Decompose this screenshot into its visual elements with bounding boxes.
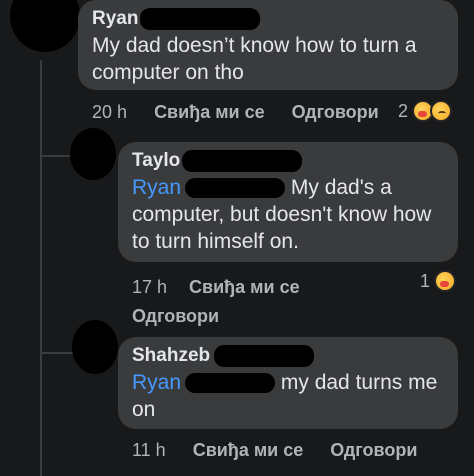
mention-link[interactable]: Ryan: [132, 176, 286, 199]
like-button[interactable]: Свиђа ми се: [193, 440, 304, 460]
mention-link[interactable]: Ryan: [132, 371, 276, 394]
comment-author[interactable]: Ryan: [92, 8, 261, 30]
redacted-name: [182, 150, 303, 172]
comment-author[interactable]: Shahzeb: [132, 345, 315, 367]
comment-actions: 11 h Свиђа ми се Одговори: [132, 440, 439, 461]
comment-text: Ryan My dad's a computer, but doesn't kn…: [132, 176, 432, 254]
like-button[interactable]: Свиђа ми се: [189, 277, 300, 297]
reaction-count: 2: [398, 100, 409, 121]
comment-text: My dad doesn’t know how to turn a comput…: [92, 34, 417, 85]
comment-bubble: Taylo Ryan My dad's a computer, but does…: [118, 142, 458, 262]
comment-text: Ryan my dad turns me on: [132, 371, 438, 422]
redacted-name: [214, 345, 315, 367]
reply-button[interactable]: Одговори: [330, 440, 417, 460]
comment-time[interactable]: 11 h: [132, 440, 166, 460]
like-button[interactable]: Свиђа ми се: [154, 102, 265, 122]
avatar[interactable]: [72, 320, 118, 374]
comment-time[interactable]: 20 h: [92, 102, 127, 122]
reaction-summary[interactable]: 2: [398, 100, 453, 122]
redacted-name: [185, 178, 286, 199]
avatar[interactable]: [70, 128, 116, 180]
thread-line: [40, 60, 42, 476]
comment-time[interactable]: 17 h: [132, 277, 167, 297]
care-emoji-icon: [434, 270, 457, 292]
reaction-count: 1: [420, 270, 431, 291]
comment-bubble: Shahzeb Ryan my dad turns me on: [118, 337, 458, 429]
sad-emoji-icon: [430, 100, 453, 122]
avatar[interactable]: [10, 0, 80, 52]
reply-button[interactable]: Одговори: [132, 306, 219, 326]
reply-button[interactable]: Одговори: [292, 102, 379, 122]
comment-actions: 20 h Свиђа ми се Одговори: [92, 102, 401, 123]
redacted-name: [185, 373, 276, 394]
comment-bubble: Ryan My dad doesn’t know how to turn a c…: [78, 0, 458, 90]
reaction-summary[interactable]: 1: [420, 270, 457, 292]
redacted-name: [140, 8, 261, 30]
comment-author[interactable]: Taylo: [132, 150, 303, 172]
comment-actions: 17 h Свиђа ми се Одговори: [132, 273, 392, 331]
